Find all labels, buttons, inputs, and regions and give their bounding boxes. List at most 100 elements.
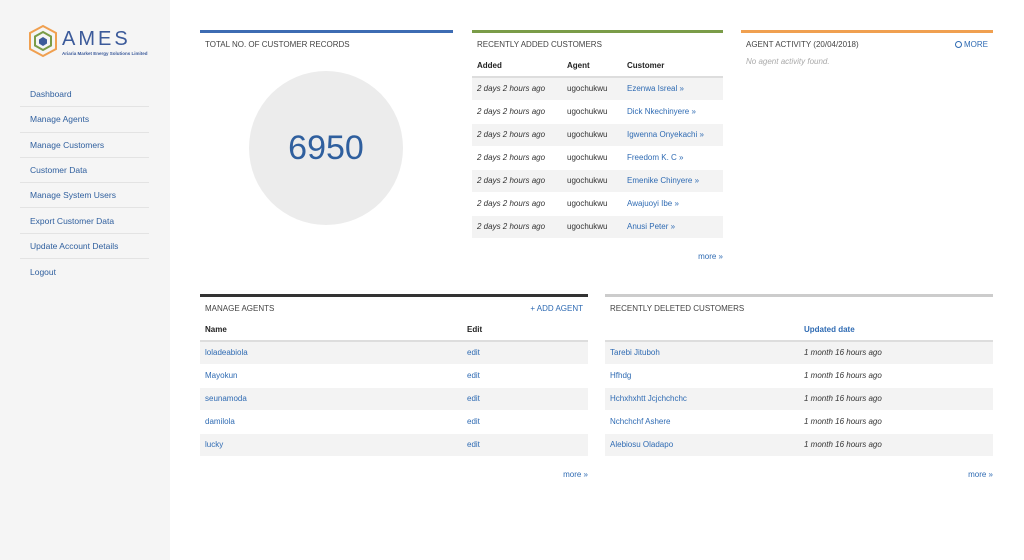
sidebar-item-manage-agents[interactable]: Manage Agents	[20, 107, 149, 133]
total-records-count: 6950	[249, 71, 403, 225]
manage-agents-title: MANAGE AGENTS	[205, 303, 275, 313]
updated-cell: 1 month 16 hours ago	[799, 433, 993, 457]
add-agent-button[interactable]: + ADD AGENT	[530, 304, 583, 313]
customer-link[interactable]: Igwenna Onyekachi »	[627, 130, 704, 139]
table-row: Mayokun edit	[200, 364, 588, 388]
added-cell: 2 days 2 hours ago	[472, 77, 562, 101]
table-row: Alebiosu Oladapo 1 month 16 hours ago	[605, 433, 993, 457]
edit-link[interactable]: edit	[467, 371, 480, 380]
sidebar-item-update-account[interactable]: Update Account Details	[20, 234, 149, 260]
sidebar-item-label[interactable]: Logout	[30, 267, 56, 277]
table-row: 2 days 2 hours ago ugochukwu Igwenna Onyek…	[472, 123, 723, 147]
manage-agents-table: Name Edit loladeabiola edit Mayokun edit s…	[200, 319, 588, 457]
agent-cell: ugochukwu	[562, 146, 622, 170]
recently-added-table: Added Agent Customer 2 days 2 hours ago u…	[472, 55, 723, 239]
sidebar-item-label[interactable]: Dashboard	[30, 89, 72, 99]
ames-logo[interactable]: AMES Ariaria Market Energy Solutions Lim…	[26, 22, 148, 62]
customer-link[interactable]: Freedom K. C »	[627, 153, 683, 162]
agent-activity-title: AGENT ACTIVITY (20/04/2018)	[746, 39, 859, 49]
recently-deleted-table: Updated date Tarebi Jituboh 1 month 16 ho…	[605, 319, 993, 457]
search-icon	[955, 40, 962, 48]
logo-hexagon-icon	[29, 24, 57, 58]
deleted-customer-link[interactable]: Hfhdg	[610, 371, 631, 380]
sidebar-item-customer-data[interactable]: Customer Data	[20, 158, 149, 184]
agent-cell: ugochukwu	[562, 169, 622, 193]
recently-added-more-link[interactable]: more »	[698, 252, 723, 261]
added-cell: 2 days 2 hours ago	[472, 146, 562, 170]
column-header-agent: Agent	[562, 55, 622, 78]
column-header-name	[605, 319, 799, 342]
table-row: Hchxhxhtt Jcjchchchc 1 month 16 hours ago	[605, 387, 993, 411]
logo-subtitle: Ariaria Market Energy Solutions Limited	[62, 51, 148, 56]
table-row: damilola edit	[200, 410, 588, 434]
sidebar-item-label[interactable]: Manage Customers	[30, 140, 104, 150]
manage-agents-panel: MANAGE AGENTS + ADD AGENT Name Edit lola…	[200, 294, 588, 489]
table-row: 2 days 2 hours ago ugochukwu Awajuoyi Ibe …	[472, 192, 723, 216]
table-row: seunamoda edit	[200, 387, 588, 411]
recently-added-panel: RECENTLY ADDED CUSTOMERS Added Agent Cus…	[472, 30, 723, 270]
customer-link[interactable]: Ezenwa Isreal »	[627, 84, 684, 93]
agent-activity-more-button[interactable]: MORE	[955, 40, 988, 49]
deleted-customer-link[interactable]: Hchxhxhtt Jcjchchchc	[610, 394, 687, 403]
customer-link[interactable]: Awajuoyi Ibe »	[627, 199, 679, 208]
sidebar-item-manage-system-users[interactable]: Manage System Users	[20, 183, 149, 209]
recently-deleted-more-link[interactable]: more »	[968, 470, 993, 479]
updated-cell: 1 month 16 hours ago	[799, 387, 993, 411]
added-cell: 2 days 2 hours ago	[472, 169, 562, 193]
sidebar-item-logout[interactable]: Logout	[20, 259, 149, 284]
edit-link[interactable]: edit	[467, 348, 480, 357]
sidebar-item-label[interactable]: Export Customer Data	[30, 216, 114, 226]
logo-text: AMES	[62, 28, 131, 50]
table-row: Nchchchf Ashere 1 month 16 hours ago	[605, 410, 993, 434]
edit-link[interactable]: edit	[467, 394, 480, 403]
agent-cell: ugochukwu	[562, 215, 622, 239]
agent-cell: ugochukwu	[562, 192, 622, 216]
recently-deleted-title: RECENTLY DELETED CUSTOMERS	[610, 303, 745, 313]
total-records-title: TOTAL NO. OF CUSTOMER RECORDS	[205, 39, 350, 49]
total-records-panel: TOTAL NO. OF CUSTOMER RECORDS 6950	[200, 30, 453, 245]
table-row: 2 days 2 hours ago ugochukwu Ezenwa Isreal…	[472, 77, 723, 101]
agent-name-link[interactable]: seunamoda	[205, 394, 247, 403]
deleted-customer-link[interactable]: Tarebi Jituboh	[610, 348, 660, 357]
manage-agents-more-link[interactable]: more »	[563, 470, 588, 479]
sidebar-nav: Dashboard Manage Agents Manage Customers…	[20, 82, 149, 284]
edit-link[interactable]: edit	[467, 440, 480, 449]
sidebar-item-label[interactable]: Update Account Details	[30, 241, 118, 251]
sidebar-item-dashboard[interactable]: Dashboard	[20, 82, 149, 108]
table-row: 2 days 2 hours ago ugochukwu Freedom K. C …	[472, 146, 723, 170]
sidebar-item-export-customer-data[interactable]: Export Customer Data	[20, 208, 149, 234]
agent-cell: ugochukwu	[562, 77, 622, 101]
deleted-customer-link[interactable]: Alebiosu Oladapo	[610, 440, 673, 449]
column-header-added: Added	[472, 55, 562, 78]
updated-cell: 1 month 16 hours ago	[799, 410, 993, 434]
sidebar-item-label[interactable]: Customer Data	[30, 165, 87, 175]
deleted-customer-link[interactable]: Nchchchf Ashere	[610, 417, 670, 426]
sidebar-item-manage-customers[interactable]: Manage Customers	[20, 133, 149, 158]
recently-added-title: RECENTLY ADDED CUSTOMERS	[477, 39, 602, 49]
edit-link[interactable]: edit	[467, 417, 480, 426]
column-header-name: Name	[200, 319, 462, 342]
table-row: Tarebi Jituboh 1 month 16 hours ago	[605, 341, 993, 365]
table-row: loladeabiola edit	[200, 341, 588, 365]
column-header-updated[interactable]: Updated date	[799, 319, 993, 342]
sidebar-item-label[interactable]: Manage System Users	[30, 190, 116, 200]
agent-name-link[interactable]: damilola	[205, 417, 235, 426]
agent-cell: ugochukwu	[562, 123, 622, 147]
sidebar-item-label[interactable]: Manage Agents	[30, 114, 89, 124]
updated-cell: 1 month 16 hours ago	[799, 341, 993, 365]
table-row: 2 days 2 hours ago ugochukwu Dick Nkechiny…	[472, 100, 723, 124]
customer-link[interactable]: Dick Nkechinyere »	[627, 107, 696, 116]
table-row: Hfhdg 1 month 16 hours ago	[605, 364, 993, 388]
customer-link[interactable]: Emenike Chinyere »	[627, 176, 699, 185]
added-cell: 2 days 2 hours ago	[472, 215, 562, 239]
agent-activity-panel: AGENT ACTIVITY (20/04/2018) MORE No agen…	[741, 30, 993, 90]
agent-name-link[interactable]: loladeabiola	[205, 348, 248, 357]
agent-cell: ugochukwu	[562, 100, 622, 124]
column-header-edit: Edit	[462, 319, 588, 342]
updated-cell: 1 month 16 hours ago	[799, 364, 993, 388]
added-cell: 2 days 2 hours ago	[472, 100, 562, 124]
agent-name-link[interactable]: Mayokun	[205, 371, 237, 380]
agent-name-link[interactable]: lucky	[205, 440, 223, 449]
customer-link[interactable]: Anusi Peter »	[627, 222, 675, 231]
table-row: lucky edit	[200, 433, 588, 457]
